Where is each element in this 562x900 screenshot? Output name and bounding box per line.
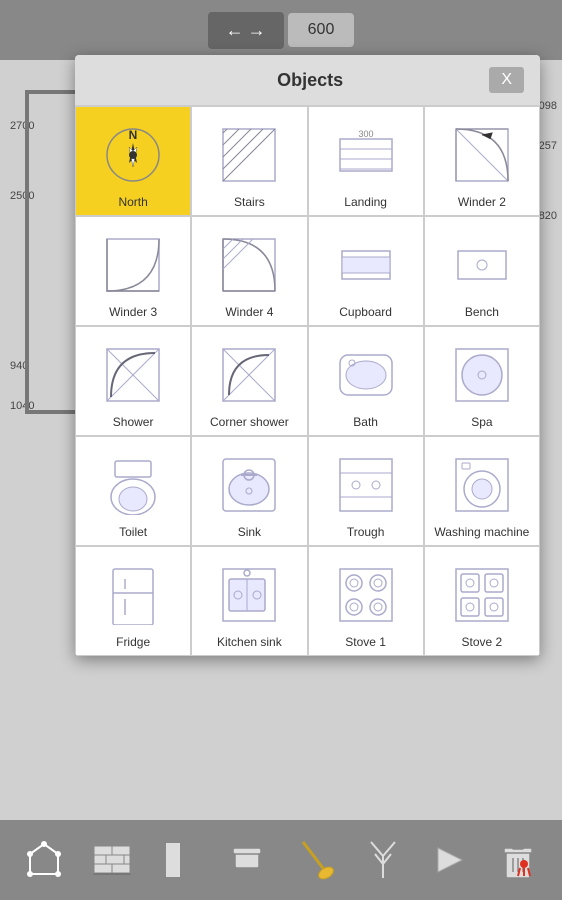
modal-header: Objects X — [75, 55, 540, 106]
grid-item-bath[interactable]: Bath — [308, 326, 424, 436]
grid-item-corner-shower[interactable]: Corner shower — [191, 326, 307, 436]
shower-icon — [97, 339, 169, 411]
bath-label: Bath — [353, 415, 378, 429]
north-compass-icon: N — [97, 119, 169, 191]
winder4-icon — [213, 229, 285, 301]
grid-item-bench[interactable]: Bench — [424, 216, 540, 326]
grid-item-toilet[interactable]: Toilet — [75, 436, 191, 546]
fork-tool[interactable] — [355, 833, 410, 888]
grid-item-stove1[interactable]: Stove 1 — [308, 546, 424, 656]
grid-item-winder3[interactable]: Winder 3 — [75, 216, 191, 326]
arrow-tool[interactable] — [423, 833, 478, 888]
trough-icon — [330, 449, 402, 521]
bath-icon — [330, 339, 402, 411]
modal-close-button[interactable]: X — [489, 67, 524, 93]
grid-item-spa[interactable]: Spa — [424, 326, 540, 436]
chair-tool[interactable] — [220, 833, 275, 888]
washing-machine-label: Washing machine — [434, 525, 529, 539]
trash-icon — [496, 838, 540, 882]
grid-item-north[interactable]: N North — [75, 106, 191, 216]
landing-label: Landing — [344, 195, 387, 209]
grid-item-cupboard[interactable]: Cupboard — [308, 216, 424, 326]
spa-icon — [446, 339, 518, 411]
stove2-icon — [446, 559, 518, 631]
grid-item-kitchen-sink[interactable]: Kitchen sink — [191, 546, 307, 656]
grid-item-fridge[interactable]: Fridge — [75, 546, 191, 656]
trash-tool[interactable] — [491, 833, 546, 888]
corner-shower-icon — [213, 339, 285, 411]
wall-tool[interactable] — [84, 833, 139, 888]
cupboard-icon — [330, 229, 402, 301]
dim-257: 257 — [539, 140, 557, 152]
polygon-tool[interactable] — [16, 833, 71, 888]
winder3-icon — [97, 229, 169, 301]
grid-item-washing-machine[interactable]: Washing machine — [424, 436, 540, 546]
winder2-label: Winder 2 — [458, 195, 506, 209]
grid-item-landing[interactable]: 300 Landing — [308, 106, 424, 216]
spa-label: Spa — [471, 415, 492, 429]
fork-icon — [361, 838, 405, 882]
objects-grid: N North Stairs — [75, 106, 540, 656]
door-tool[interactable] — [152, 833, 207, 888]
dim-2500: 2500 — [10, 190, 34, 202]
polygon-icon — [22, 838, 66, 882]
bench-label: Bench — [465, 305, 499, 319]
winder4-label: Winder 4 — [225, 305, 273, 319]
kitchen-sink-label: Kitchen sink — [217, 635, 282, 649]
grid-item-stove2[interactable]: Stove 2 — [424, 546, 540, 656]
fridge-label: Fridge — [116, 635, 150, 649]
grid-item-winder4[interactable]: Winder 4 — [191, 216, 307, 326]
trough-label: Trough — [347, 525, 385, 539]
arrow-control[interactable]: ← → — [208, 12, 284, 49]
arrow-left-icon: ← — [226, 20, 244, 41]
winder2-icon — [446, 119, 518, 191]
kitchen-sink-icon — [213, 559, 285, 631]
grid-item-winder2[interactable]: Winder 2 — [424, 106, 540, 216]
washing-machine-icon — [446, 449, 518, 521]
toilet-label: Toilet — [119, 525, 147, 539]
toilet-icon — [97, 449, 169, 521]
fridge-icon — [97, 559, 169, 631]
bottom-toolbar — [0, 820, 562, 900]
corner-shower-label: Corner shower — [210, 415, 289, 429]
grid-item-trough[interactable]: Trough — [308, 436, 424, 546]
grid-item-sink[interactable]: Sink — [191, 436, 307, 546]
next-arrow-icon — [428, 838, 472, 882]
grid-item-shower[interactable]: Shower — [75, 326, 191, 436]
stove1-label: Stove 1 — [345, 635, 386, 649]
grid-item-stairs[interactable]: Stairs — [191, 106, 307, 216]
cupboard-label: Cupboard — [339, 305, 392, 319]
dim-820: 820 — [539, 210, 557, 222]
svg-text:300: 300 — [358, 129, 373, 139]
wall-icon — [90, 838, 134, 882]
stairs-label: Stairs — [234, 195, 265, 209]
stairs-icon — [213, 119, 285, 191]
objects-modal: Objects X N North — [75, 55, 540, 656]
bench-icon — [446, 229, 518, 301]
broom-tool[interactable] — [287, 833, 342, 888]
door-icon — [157, 838, 201, 882]
chair-icon — [225, 838, 269, 882]
shower-label: Shower — [113, 415, 154, 429]
winder3-label: Winder 3 — [109, 305, 157, 319]
dim-2700: 2700 — [10, 120, 34, 132]
arrow-right-icon: → — [248, 20, 266, 41]
sink-icon — [213, 449, 285, 521]
landing-icon: 300 — [330, 119, 402, 191]
modal-title: Objects — [131, 70, 489, 91]
sink-label: Sink — [238, 525, 261, 539]
wall-left — [25, 90, 29, 410]
top-toolbar: ← → 600 — [0, 0, 562, 60]
svg-text:N: N — [129, 128, 138, 142]
north-label: North — [118, 195, 147, 209]
stove1-icon — [330, 559, 402, 631]
dimension-value[interactable]: 600 — [288, 13, 355, 47]
broom-icon — [293, 838, 337, 882]
stove2-label: Stove 2 — [462, 635, 503, 649]
